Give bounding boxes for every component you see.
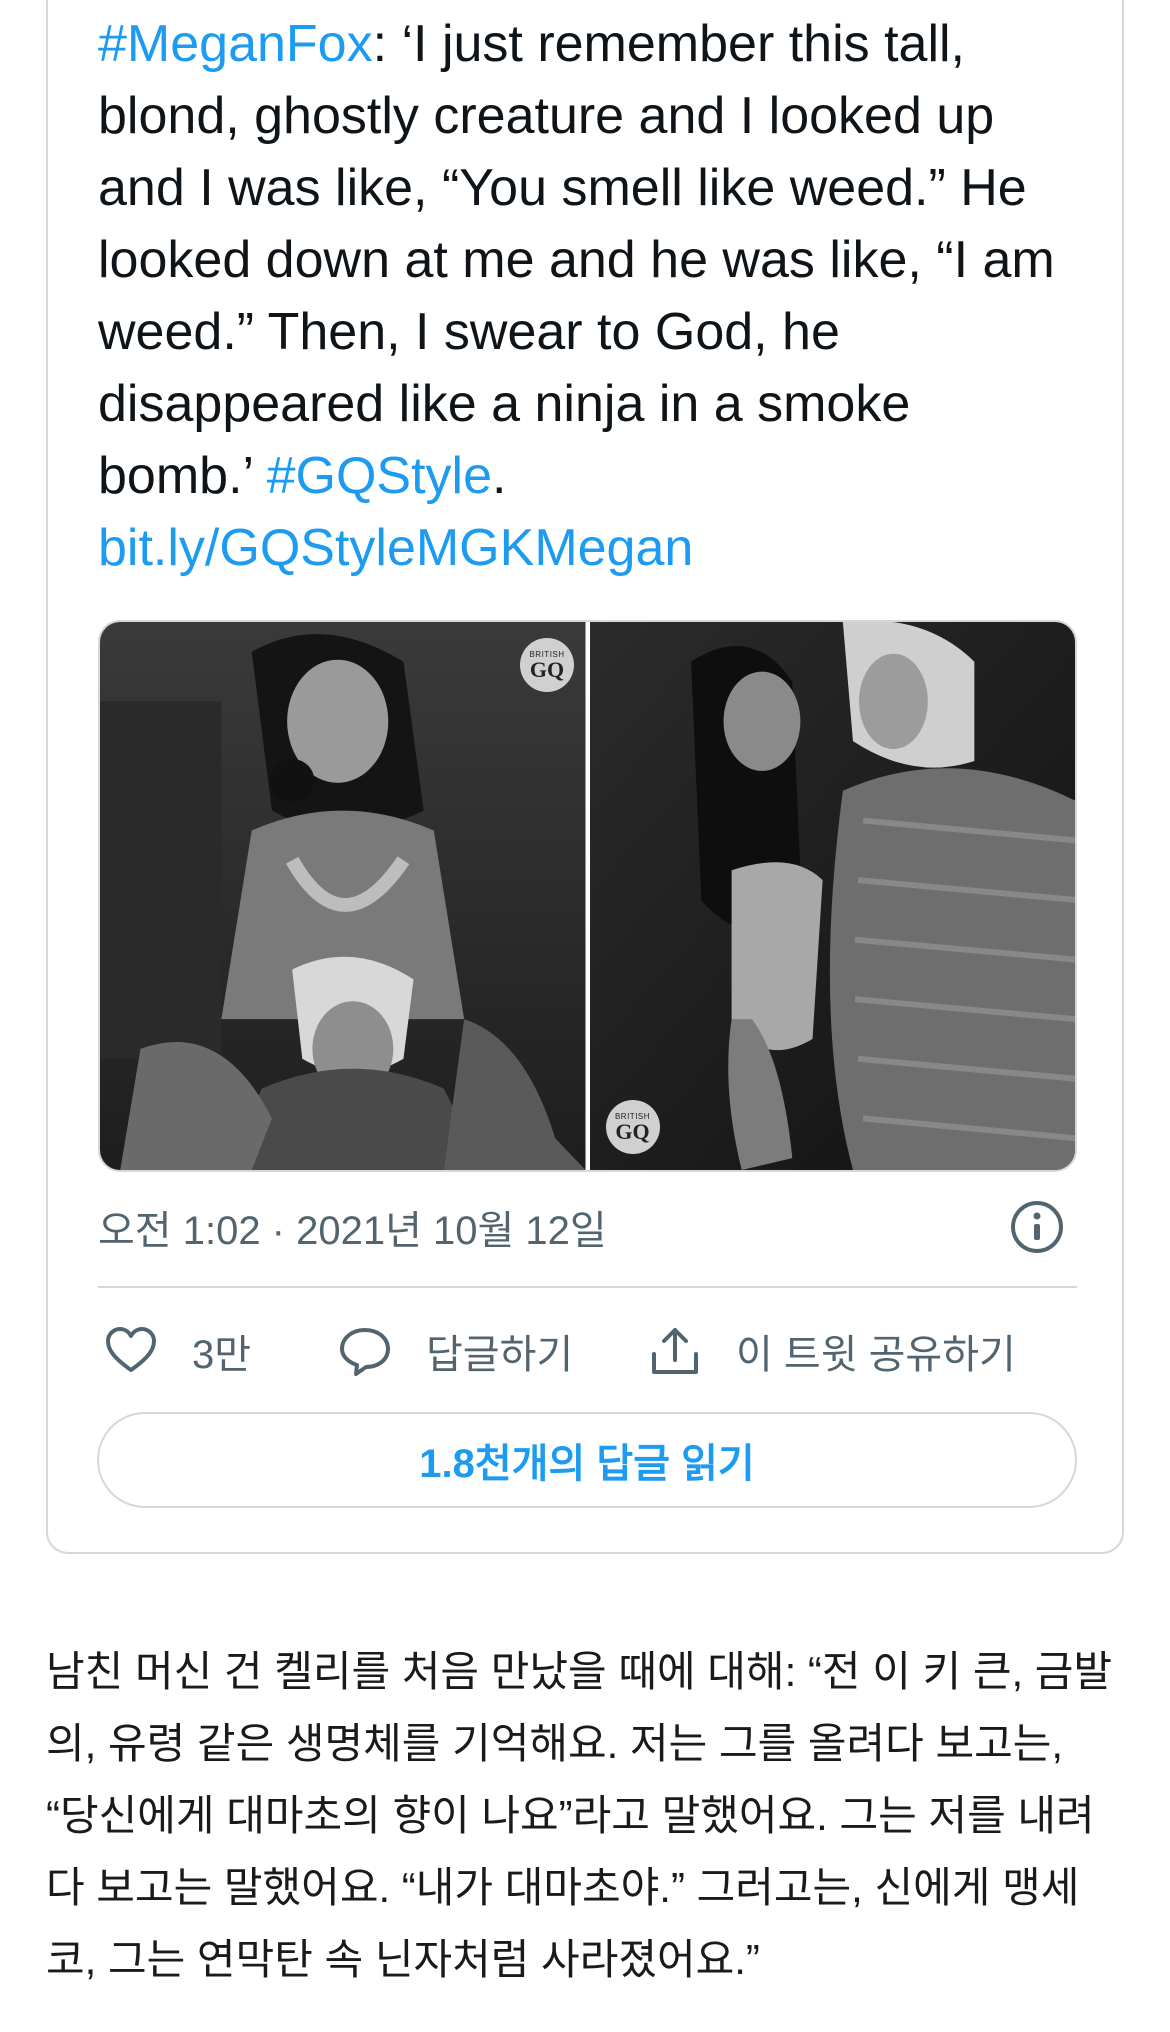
tweet-actions-bar: 3만 답글하기 이 트윗 공유하기 (98, 1316, 1078, 1386)
photo-right-image (589, 622, 1075, 1170)
share-button[interactable]: 이 트윗 공유하기 (648, 1316, 1016, 1386)
read-replies-button[interactable]: 1.8천개의 답글 읽기 (97, 1412, 1077, 1508)
tweet-timestamp[interactable]: 오전 1:02 · 2021년 10월 12일 (98, 1198, 607, 1256)
tweet-text: #MeganFox: ‘I just remember this tall, b… (98, 8, 1078, 584)
photo-left-image (100, 622, 586, 1170)
share-upload-icon (652, 1328, 698, 1374)
hashtag-gqstyle-link[interactable]: #GQStyle (267, 447, 492, 505)
tweet-photo-right[interactable]: BRITISH GQ (589, 622, 1075, 1170)
share-label: 이 트윗 공유하기 (736, 1333, 1016, 1377)
like-button[interactable]: 3만 (104, 1316, 251, 1386)
tweet-body-text: : ‘I just remember this tall, blond, gho… (98, 15, 1055, 505)
divider (98, 1286, 1077, 1288)
info-icon[interactable] (1010, 1200, 1064, 1254)
gq-logo-badge: BRITISH GQ (520, 638, 574, 692)
tweet-photo-left[interactable]: BRITISH GQ (100, 622, 586, 1170)
article-paragraph: 남친 머신 건 켈리를 처음 만났을 때에 대해: “전 이 키 큰, 금발의,… (46, 1648, 1113, 1983)
hashtag-meganfox-link[interactable]: #MeganFox (98, 15, 373, 73)
reply-button[interactable]: 답글하기 (338, 1316, 573, 1386)
heart-icon (106, 1327, 156, 1372)
tweet-period: . (492, 447, 507, 505)
like-count: 3만 (192, 1333, 252, 1377)
gq-logo-badge: BRITISH GQ (605, 1100, 660, 1154)
tweet-url-link[interactable]: bit.ly/GQStyleMGKMegan (98, 519, 693, 577)
speech-bubble-icon (340, 1328, 390, 1376)
reply-label: 답글하기 (426, 1333, 574, 1377)
tweet-media-grid: BRITISH GQ BRITISH GQ (98, 620, 1077, 1172)
